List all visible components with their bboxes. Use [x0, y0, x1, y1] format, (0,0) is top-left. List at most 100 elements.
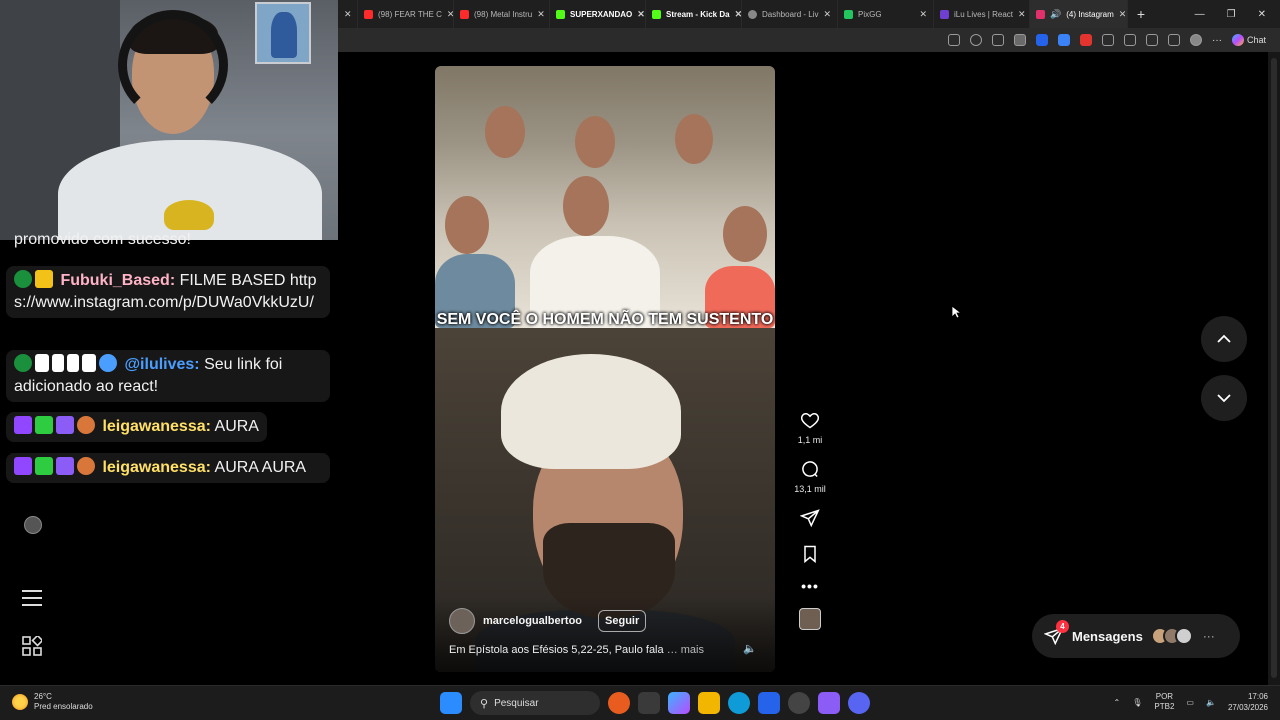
next-reel-button[interactable]	[1201, 375, 1247, 421]
puzzle-icon[interactable]	[1101, 34, 1114, 46]
extension-icon[interactable]	[1035, 34, 1048, 46]
tab[interactable]: Stream - Kick Da ✕	[646, 0, 742, 28]
close-tab-icon[interactable]: ✕	[1018, 9, 1026, 20]
extension-icon[interactable]	[1013, 34, 1026, 46]
tab[interactable]: SUPERXANDAO ✕	[550, 0, 646, 28]
copilot-icon[interactable]	[668, 692, 690, 714]
chat-message: @ilulives: Seu link foi adicionado ao re…	[6, 350, 330, 402]
edge-icon[interactable]	[728, 692, 750, 714]
chat-username[interactable]: leigawanessa:	[102, 459, 211, 476]
collections-icon[interactable]	[1145, 34, 1158, 46]
store-icon[interactable]	[758, 692, 780, 714]
chat-message-text: AURA AURA	[210, 459, 307, 476]
tab[interactable]: iLu Lives | React ✕	[934, 0, 1030, 28]
close-tab-icon[interactable]: ✕	[1119, 9, 1127, 20]
tab[interactable]: PixGG ✕	[838, 0, 934, 28]
share-button[interactable]	[800, 508, 820, 528]
save-button[interactable]	[800, 544, 820, 564]
more-dots-icon: ···	[1202, 629, 1215, 643]
kick-icon	[652, 9, 661, 19]
post-author: marcelogualbertoo Seguir	[449, 608, 647, 634]
tab-label: (98) FEAR THE C	[378, 9, 442, 19]
settings-icon[interactable]	[1123, 34, 1136, 46]
speaker-icon: 🔊	[1050, 8, 1062, 19]
page-scrollbar[interactable]	[1268, 52, 1280, 685]
windows-start-icon[interactable]	[440, 692, 462, 714]
message-avatars	[1150, 627, 1193, 645]
maximize-icon[interactable]: ❐	[1227, 9, 1236, 20]
network-icon[interactable]: ▭	[1186, 698, 1194, 707]
pixgg-icon	[844, 9, 853, 19]
browser-toolbar: ··· Chat	[338, 28, 1280, 52]
post-description[interactable]: Em Epístola aos Efésios 5,22-25, Paulo f…	[449, 644, 704, 656]
minimize-icon[interactable]: —	[1195, 9, 1205, 20]
messages-button[interactable]: 4 Mensagens ···	[1032, 614, 1240, 658]
language-indicator[interactable]: POR PTB2	[1154, 692, 1174, 712]
previous-reel-button[interactable]	[1201, 316, 1247, 362]
apps-grid-icon[interactable]	[22, 636, 42, 656]
translate-icon[interactable]	[1057, 34, 1070, 46]
first-badge-icon	[56, 457, 74, 475]
close-tab-icon[interactable]: ✕	[537, 9, 545, 20]
audio-avatar	[799, 608, 821, 630]
close-tab-icon[interactable]: ✕	[637, 9, 645, 20]
author-username[interactable]: marcelogualbertoo	[483, 615, 582, 627]
new-tab-button[interactable]: +	[1128, 6, 1154, 22]
youtube-icon	[460, 9, 469, 19]
tab[interactable]: Dashboard - Liv ✕	[742, 0, 838, 28]
reel-video[interactable]: SEM VOCÊ O HOMEM NÃO TEM SUSTENTO marcel…	[435, 66, 775, 672]
video-crowd-scene	[435, 66, 775, 328]
zoom-icon[interactable]	[969, 34, 982, 46]
close-tab-icon[interactable]: ✕	[447, 9, 453, 20]
tab[interactable]: (98) FEAR THE C ✕	[358, 0, 454, 28]
follow-button[interactable]: Seguir	[598, 610, 647, 632]
video-caption: SEM VOCÊ O HOMEM NÃO TEM SUSTENTO	[436, 311, 774, 328]
author-avatar[interactable]	[449, 608, 475, 634]
settings-icon[interactable]	[788, 692, 810, 714]
file-explorer-icon[interactable]	[698, 692, 720, 714]
more-options-icon[interactable]: ···	[1212, 35, 1222, 46]
audio-thumbnail[interactable]	[799, 608, 821, 630]
chat-username[interactable]: Fubuki_Based:	[60, 272, 175, 289]
crowd-face	[723, 206, 767, 262]
close-tab-icon[interactable]: ✕	[823, 9, 831, 20]
chat-username[interactable]: @ilulives:	[124, 356, 199, 373]
avatar	[1174, 627, 1193, 645]
more-options-button[interactable]: •••	[801, 578, 819, 594]
volume-icon[interactable]: 🔈	[1206, 698, 1216, 707]
chat-username[interactable]: leigawanessa:	[102, 418, 211, 435]
clock[interactable]: 17:06 27/03/2026	[1228, 691, 1268, 713]
time: 17:06	[1247, 692, 1268, 701]
tab[interactable]: ✕	[338, 0, 358, 28]
headset-icon	[118, 10, 228, 120]
profile-avatar[interactable]	[1189, 34, 1202, 46]
copilot-chat-button[interactable]: Chat	[1231, 34, 1266, 46]
discord-icon[interactable]	[848, 692, 870, 714]
taskbar-search[interactable]: ⚲ Pesquisar	[470, 691, 600, 715]
close-tab-icon[interactable]: ✕	[735, 9, 741, 20]
tab-instagram-active[interactable]: 🔊 (4) Instagram ✕	[1030, 0, 1128, 28]
close-window-icon[interactable]: ✕	[1258, 9, 1266, 20]
office-icon[interactable]	[1079, 34, 1092, 46]
volume-icon[interactable]: 🔈	[743, 642, 757, 655]
comment-button[interactable]: 13,1 mil	[794, 459, 826, 494]
hamburger-menu-icon[interactable]	[22, 590, 42, 606]
app-icon[interactable]	[818, 692, 840, 714]
task-view-icon[interactable]	[638, 692, 660, 714]
widget-icon[interactable]	[608, 692, 630, 714]
weather-temperature: 26°C	[34, 692, 52, 701]
close-tab-icon[interactable]: ✕	[344, 9, 352, 20]
kick-icon	[556, 9, 565, 19]
chevron-up-icon[interactable]: ⌃	[1114, 698, 1121, 707]
microphone-icon[interactable]: 🎙	[1132, 698, 1142, 707]
favorite-star-icon[interactable]	[991, 34, 1004, 46]
tab[interactable]: (98) Metal Instru ✕	[454, 0, 550, 28]
download-icon[interactable]	[1167, 34, 1180, 46]
close-tab-icon[interactable]: ✕	[919, 9, 927, 20]
apps-icon[interactable]	[947, 34, 960, 46]
more-link[interactable]: … mais	[667, 644, 704, 656]
weather-widget[interactable]: 26°C Pred ensolarado	[12, 692, 93, 712]
sub-badge-icon	[35, 457, 53, 475]
like-button[interactable]: 1,1 mi	[798, 410, 822, 445]
unread-badge: 4	[1056, 620, 1069, 633]
